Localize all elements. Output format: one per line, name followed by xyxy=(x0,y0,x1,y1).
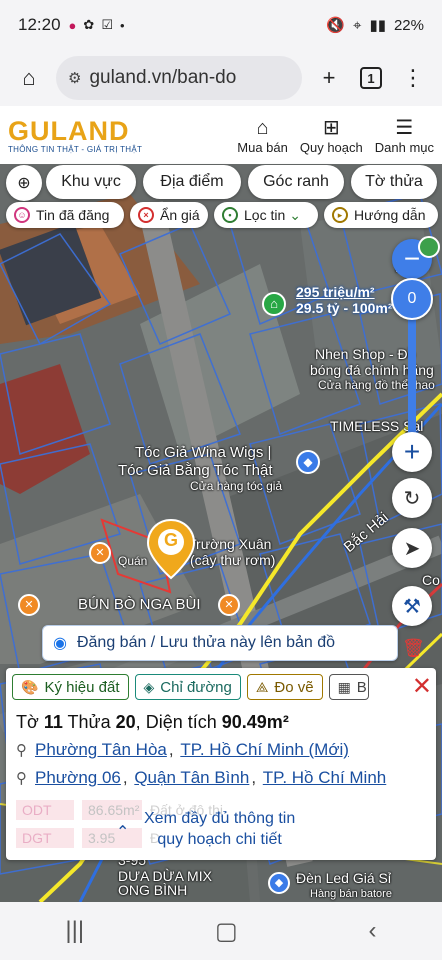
zoom-in-button[interactable]: + xyxy=(392,432,432,472)
map-label-wina-3: Cửa hàng tóc giả xyxy=(190,479,283,493)
filter-goc-ranh[interactable]: Góc ranh xyxy=(248,165,344,199)
map-label-wina: Tóc Giả Wina Wigs | xyxy=(135,444,272,461)
map-label-nhen: Nhen Shop - Đồ xyxy=(315,346,416,362)
hide-price-icon: × xyxy=(138,207,154,223)
tab-more[interactable]: ▦ B xyxy=(328,674,369,700)
tab-do-ve[interactable]: ⟁ Đo vẽ xyxy=(246,674,323,700)
locate-me-icon[interactable]: ⊕ xyxy=(6,165,42,201)
tabs-button[interactable]: 1 xyxy=(350,57,392,99)
poi-green-icon[interactable] xyxy=(418,236,440,258)
tab-count: 1 xyxy=(360,67,382,89)
location-pin-icon[interactable]: G xyxy=(146,518,196,580)
zoom-level-handle[interactable]: 0 xyxy=(391,278,433,320)
ward-link-2[interactable]: Phường 06 xyxy=(35,768,121,788)
map-label-cay-thu-rom: (cây thư rơm) xyxy=(190,552,276,568)
nav-danh-muc[interactable]: ☰ Danh mục xyxy=(375,116,434,155)
battery-level: 22% xyxy=(393,16,424,34)
district-link[interactable]: Quận Tân Bình xyxy=(134,768,249,788)
nav-mua-ban[interactable]: ⌂ Mua bán xyxy=(237,116,288,155)
address-bar[interactable]: ⚙ guland.vn/ban-do xyxy=(56,56,302,100)
home-icon[interactable]: ⌂ xyxy=(8,57,50,99)
measure-icon[interactable]: ⚒ xyxy=(392,586,432,626)
shop-poi-icon-2[interactable]: ◆ xyxy=(268,872,290,894)
map-label-led: Đèn Led Giá Sỉ xyxy=(296,870,391,886)
restaurant-poi-icon[interactable]: ✕ xyxy=(89,542,111,564)
ruler-icon: ⟁ xyxy=(255,678,269,695)
table-icon: ▦ xyxy=(337,678,351,695)
new-tab-icon[interactable]: + xyxy=(308,57,350,99)
check-icon: ☑ xyxy=(101,17,113,32)
tag-icon: ◉ xyxy=(53,635,67,652)
dot-icon: • xyxy=(119,17,125,33)
hamburger-icon: ☰ xyxy=(395,116,414,139)
shop-poi-icon[interactable]: ◆ xyxy=(296,450,320,474)
register-plot-button[interactable]: ◉ Đăng bán / Lưu thửa này lên bản đồ xyxy=(42,625,398,661)
house-icon: ⌂ xyxy=(256,116,269,139)
url-text: guland.vn/ban-do xyxy=(89,67,237,88)
posted-icon: ☺ xyxy=(14,207,30,223)
map-label-wina-2: Tóc Giả Bằng Tóc Thật xyxy=(118,462,273,479)
chip-huong-dan[interactable]: ▸ Hướng dẫn xyxy=(324,202,438,228)
signal-icon: ▮▮ xyxy=(369,17,386,34)
restaurant-poi-icon-2[interactable]: ✕ xyxy=(18,594,40,616)
app-notification-icon: ● xyxy=(68,17,77,33)
status-time: 12:20 xyxy=(18,15,61,34)
browser-toolbar: ⌂ ⚙ guland.vn/ban-do + 1 ⋮ xyxy=(0,50,442,106)
home-listing-icon[interactable]: ⌂ xyxy=(262,292,286,316)
mute-icon: 🔇 xyxy=(326,17,345,34)
map-pin-icon: ⚲ xyxy=(16,742,27,759)
view-full-info-link[interactable]: ⌃ Xem đầy đủ thông tin quy hoạch chi tiế… xyxy=(110,808,295,850)
map-label-bun-bo: BÚN BÒ NGA BÙI xyxy=(78,596,201,613)
site-header: GULAND THÔNG TIN THẬT - GIÁ TRỊ THẬT ⌂ Mu… xyxy=(0,106,442,164)
menu-dots-icon[interactable]: ⋮ xyxy=(392,57,434,99)
price-label[interactable]: 295 triệu/m² 29.5 tỷ - 100m² xyxy=(296,284,393,316)
filter-to-thua[interactable]: Tờ thửa xyxy=(351,165,437,199)
back-icon[interactable]: ‹ xyxy=(369,917,377,945)
city-link[interactable]: TP. Hồ Chí Minh (Mới) xyxy=(180,740,349,760)
trash-icon[interactable]: 🗑 xyxy=(402,638,425,662)
restaurant-poi-icon-3[interactable]: ✕ xyxy=(218,594,240,616)
nav-quy-hoach[interactable]: ⊞ Quy hoạch xyxy=(300,116,363,155)
address-new: ⚲ Phường Tân Hòa, TP. Hồ Chí Minh (Mới) xyxy=(16,740,349,760)
location-icon: ⌖ xyxy=(353,16,362,34)
filter-dia-diem[interactable]: Địa điểm xyxy=(143,165,241,199)
ward-link[interactable]: Phường Tân Hòa xyxy=(35,740,167,760)
navigate-icon[interactable]: ➤ xyxy=(392,528,432,568)
chip-loc-tin[interactable]: • Lọc tin ⌄ xyxy=(214,202,318,228)
map-label-led-2: Hàng bán batore xyxy=(310,888,392,900)
chevron-up-icon: ⌃ xyxy=(116,824,130,841)
guland-logo[interactable]: GULAND THÔNG TIN THẬT - GIÁ TRỊ THẬT xyxy=(8,117,142,154)
city-link-2[interactable]: TP. Hồ Chí Minh xyxy=(263,768,386,788)
plot-summary: Tờ 11 Thửa 20, Diện tích 90.49m² xyxy=(16,712,289,732)
map-label-quan: Quán xyxy=(118,554,148,568)
guide-icon: ▸ xyxy=(332,207,348,223)
recent-apps-icon[interactable]: ||| xyxy=(65,917,84,945)
filter-khu-vuc[interactable]: Khu vực xyxy=(46,165,136,199)
map-pin-icon-2: ⚲ xyxy=(16,770,27,787)
chevron-down-icon: ⌄ xyxy=(289,206,301,223)
map-label-bottom-3: ONG BÌNH xyxy=(118,882,188,898)
directions-icon: ◈ xyxy=(143,678,155,695)
map-search-icon: ⊞ xyxy=(322,116,340,139)
filter-pin-icon: • xyxy=(222,207,238,223)
tab-chi-duong[interactable]: ◈ Chỉ đường xyxy=(134,674,241,700)
site-settings-icon[interactable]: ⚙ xyxy=(68,69,81,87)
status-bar: 12:20 ● ✿ ☑ • 🔇 ⌖ ▮▮ 22% xyxy=(0,0,442,50)
map-label-co: Co xyxy=(422,572,440,588)
system-nav-bar: ||| ▢ ‹ xyxy=(0,902,442,960)
refresh-icon[interactable]: ↻ xyxy=(392,478,432,518)
close-icon[interactable]: ✕ xyxy=(412,672,432,701)
home-button-icon[interactable]: ▢ xyxy=(215,917,238,946)
map-label-nhen-3: Cửa hàng đồ thể thao xyxy=(318,378,435,392)
palette-icon: 🎨 xyxy=(21,678,39,695)
tab-ky-hieu-dat[interactable]: 🎨 Ký hiệu đất xyxy=(12,674,129,700)
address-old: ⚲ Phường 06, Quận Tân Bình, TP. Hồ Chí M… xyxy=(16,768,387,788)
map-label-truong-xuan: Trường Xuân xyxy=(188,536,272,552)
chip-an-gia[interactable]: × Ẩn giá xyxy=(130,202,208,228)
chip-tin-da-dang[interactable]: ☺ Tin đã đăng xyxy=(6,202,124,228)
gallery-icon: ✿ xyxy=(83,17,95,32)
